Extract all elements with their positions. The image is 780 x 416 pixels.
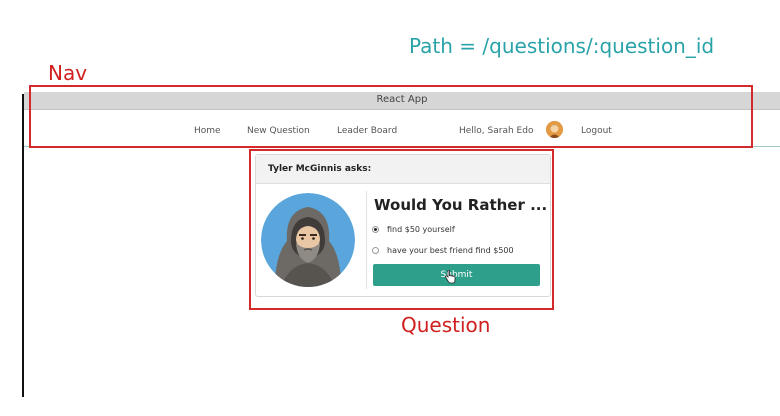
route-path-annotation: Path = /questions/:question_id	[409, 34, 715, 58]
question-annotation-label: Question	[401, 313, 491, 337]
nav-annotation-label: Nav	[48, 61, 88, 85]
question-annotation-box	[249, 149, 554, 310]
nav-annotation-box	[29, 85, 753, 148]
